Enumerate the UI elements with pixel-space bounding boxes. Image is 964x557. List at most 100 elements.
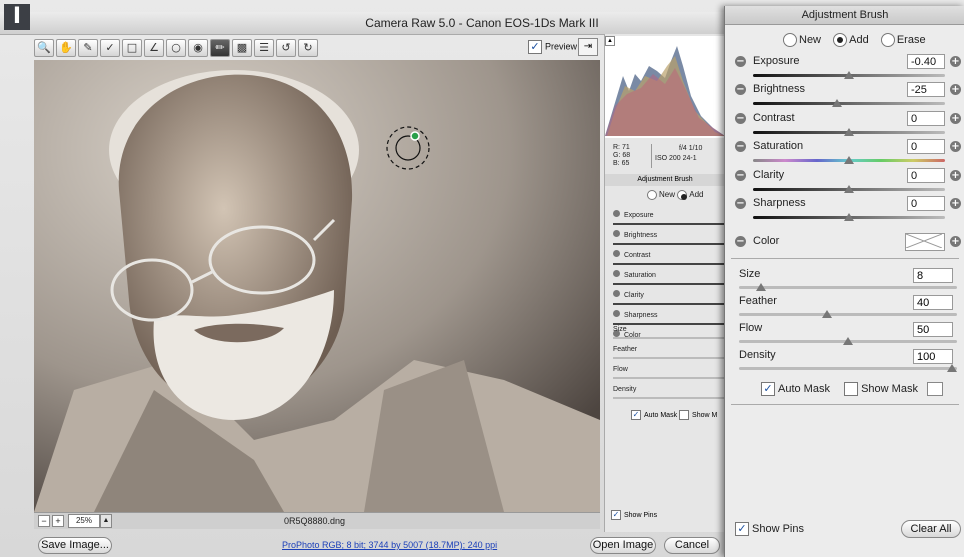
mid-brush-slider[interactable]: Feather — [613, 346, 725, 366]
contrast-plus-icon[interactable]: + — [950, 113, 961, 124]
graduated-filter-icon[interactable]: ▩ — [232, 39, 252, 57]
saturation-plus-icon[interactable]: + — [950, 141, 961, 152]
spot-removal-icon[interactable]: ○ — [166, 39, 186, 57]
brightness-value-field[interactable]: -25 — [907, 82, 945, 97]
preview-toggle[interactable]: ✓ Preview — [528, 40, 577, 54]
clarity-plus-icon[interactable]: + — [950, 170, 961, 181]
saturation-slider-thumb[interactable] — [844, 156, 854, 164]
flow-value-field[interactable]: 50 — [913, 322, 953, 337]
sharpness-plus-icon[interactable]: + — [950, 198, 961, 209]
feather-value-field[interactable]: 40 — [913, 295, 953, 310]
saturation-minus-icon[interactable]: − — [735, 141, 746, 152]
exposure-minus-icon[interactable]: − — [735, 56, 746, 67]
shadow-clipping-icon[interactable]: ▲ — [605, 36, 615, 46]
zoom-dropdown-icon[interactable]: ▲ — [100, 514, 112, 528]
exposure-plus-icon[interactable]: + — [950, 56, 961, 67]
fullscreen-icon[interactable]: ⇥ — [578, 38, 598, 56]
feather-slider-thumb[interactable] — [822, 310, 833, 318]
zoom-level[interactable]: 25% — [68, 514, 100, 528]
contrast-slider-thumb[interactable] — [844, 128, 854, 136]
brightness-slider-track[interactable] — [753, 102, 945, 105]
mid-new-radio[interactable] — [647, 190, 657, 200]
crop-icon[interactable]: □ — [122, 39, 142, 57]
divider — [731, 404, 959, 405]
status-bar: − + 25% ▲ 0R5Q8880.dng — [34, 512, 600, 529]
auto-mask-checkbox[interactable]: ✓ — [761, 382, 775, 396]
hand-icon[interactable]: ✋ — [56, 39, 76, 57]
mid-brush-slider[interactable]: Size — [613, 326, 725, 346]
new-radio[interactable] — [783, 33, 797, 47]
feather-slider-track[interactable] — [739, 313, 957, 316]
mid-slider[interactable]: Contrast — [613, 250, 725, 270]
mid-slider[interactable]: Clarity — [613, 290, 725, 310]
mid-slider[interactable]: Saturation — [613, 270, 725, 290]
preferences-icon[interactable]: ☰ — [254, 39, 274, 57]
mid-auto-mask-checkbox[interactable]: ✓ — [631, 410, 641, 420]
show-pins-toggle[interactable]: ✓ Show Pins — [735, 522, 804, 536]
zoom-icon[interactable]: 🔍 — [34, 39, 54, 57]
clarity-minus-icon[interactable]: − — [735, 170, 746, 181]
mid-brush-slider[interactable]: Flow — [613, 366, 725, 386]
size-value-field[interactable]: 8 — [913, 268, 953, 283]
mid-slider[interactable]: Exposure — [613, 210, 725, 230]
workflow-options-link[interactable]: ProPhoto RGB; 8 bit; 3744 by 5007 (18.7M… — [282, 540, 497, 550]
mid-slider[interactable]: Brightness — [613, 230, 725, 250]
show-mask-label: Show Mask — [861, 382, 918, 395]
erase-radio[interactable] — [880, 33, 895, 47]
mid-show-pins-checkbox[interactable]: ✓ — [611, 510, 621, 520]
clarity-label: Clarity — [753, 169, 785, 181]
save-image-button[interactable]: Save Image... — [38, 537, 112, 554]
color-sampler-icon[interactable]: ✓ — [100, 39, 120, 57]
brightness-minus-icon[interactable]: − — [735, 84, 746, 95]
zoom-in-icon[interactable]: + — [52, 515, 64, 527]
size-slider-track[interactable] — [739, 286, 957, 289]
toolbar: 🔍 ✋ ✎ ✓ □ ∠ ○ ◉ ✏ ▩ ☰ ↺ ↻ — [34, 38, 594, 58]
exposure-value-field[interactable]: -0.40 — [907, 54, 945, 69]
sharpness-slider-thumb[interactable] — [844, 213, 854, 221]
brightness-slider-thumb[interactable] — [832, 99, 843, 107]
clear-all-button[interactable]: Clear All — [901, 520, 961, 538]
color-plus-icon[interactable]: + — [950, 236, 961, 247]
open-image-button[interactable]: Open Image — [590, 537, 656, 554]
rotate-right-icon[interactable]: ↻ — [298, 39, 318, 57]
mid-show-pins[interactable]: ✓ Show Pins — [611, 510, 657, 520]
clarity-slider-thumb[interactable] — [844, 185, 854, 193]
contrast-value-field[interactable]: 0 — [907, 111, 945, 126]
cancel-button[interactable]: Cancel — [664, 537, 720, 554]
image-preview[interactable] — [34, 60, 600, 512]
step-badge: I — [4, 4, 30, 30]
white-balance-icon[interactable]: ✎ — [78, 39, 98, 57]
sharpness-value-field[interactable]: 0 — [907, 196, 945, 211]
brightness-plus-icon[interactable]: + — [950, 84, 961, 95]
adjustment-row: − Exposure -0.40 + — [733, 54, 961, 82]
add-radio[interactable] — [833, 33, 848, 47]
flow-slider-thumb[interactable] — [843, 337, 853, 345]
feather-label: Feather — [739, 295, 777, 307]
color-minus-icon[interactable]: − — [735, 236, 746, 247]
rotate-left-icon[interactable]: ↺ — [276, 39, 296, 57]
saturation-value-field[interactable]: 0 — [907, 139, 945, 154]
preview-checkbox[interactable]: ✓ — [528, 40, 542, 54]
exposure-slider-thumb[interactable] — [844, 71, 854, 79]
adjustment-brush-icon[interactable]: ✏ — [210, 39, 230, 57]
show-mask-checkbox[interactable] — [844, 382, 859, 396]
mid-add-radio[interactable] — [677, 190, 688, 200]
straighten-icon[interactable]: ∠ — [144, 39, 164, 57]
mid-show-mask-checkbox[interactable] — [679, 410, 690, 420]
color-label: Color — [753, 235, 780, 247]
density-label: Density — [739, 349, 776, 361]
sharpness-minus-icon[interactable]: − — [735, 198, 746, 209]
size-slider-thumb[interactable] — [755, 283, 766, 291]
zoom-out-icon[interactable]: − — [38, 515, 50, 527]
density-slider-thumb[interactable] — [947, 364, 957, 372]
density-slider-track[interactable] — [739, 367, 957, 370]
clarity-value-field[interactable]: 0 — [907, 168, 945, 183]
color-swatch[interactable] — [905, 233, 945, 251]
contrast-minus-icon[interactable]: − — [735, 113, 746, 124]
show-pins-checkbox[interactable]: ✓ — [735, 522, 749, 536]
mid-brush-slider[interactable]: Density — [613, 386, 725, 406]
pin-icon[interactable] — [410, 131, 420, 141]
red-eye-icon[interactable]: ◉ — [188, 39, 208, 57]
density-value-field[interactable]: 100 — [913, 349, 953, 364]
mask-color-swatch[interactable] — [927, 382, 944, 396]
